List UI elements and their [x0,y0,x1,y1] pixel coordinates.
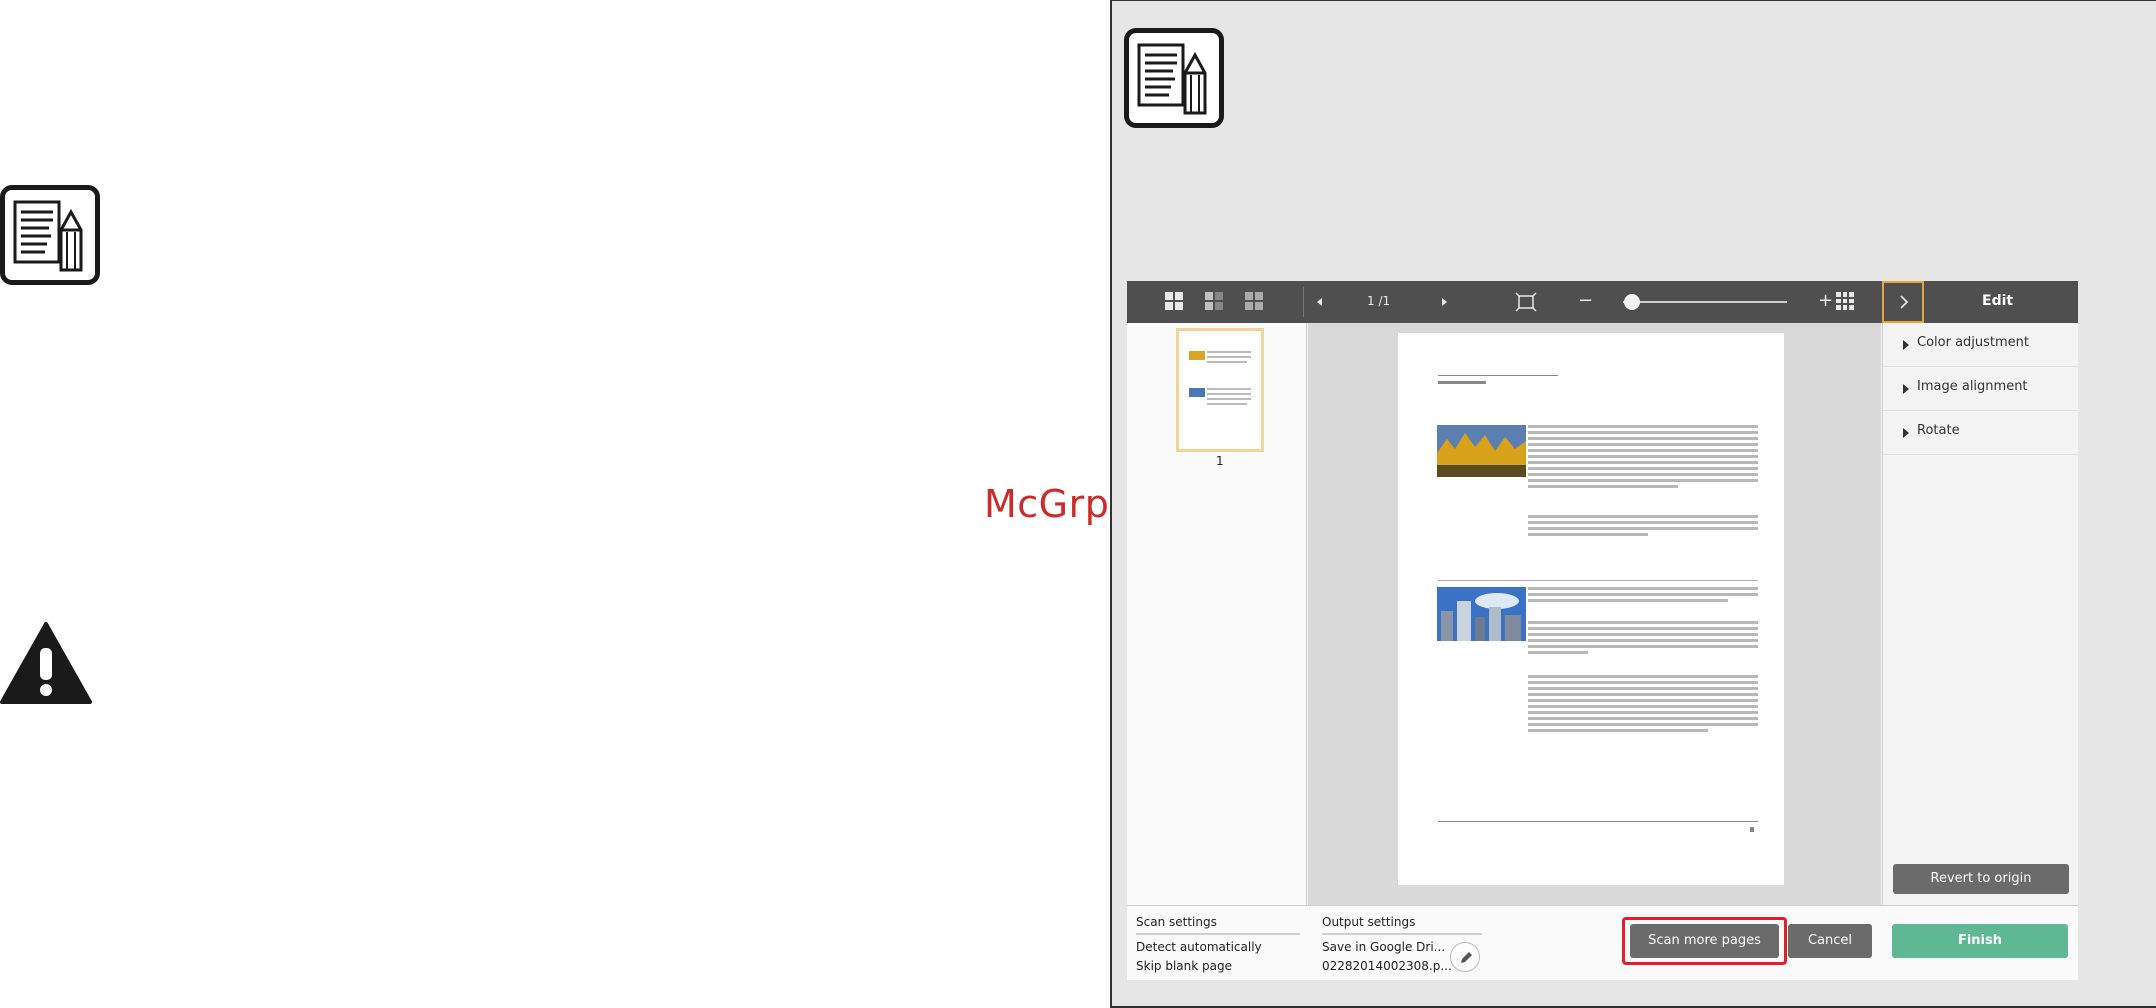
thumbnail-grid-button[interactable] [1836,292,1854,310]
zoom-out-button[interactable]: − [1578,290,1593,311]
expand-triangle-icon [1903,340,1909,350]
thumbnail-pane: 1 [1127,323,1307,905]
edit-pane: Color adjustment Image alignment Rotate … [1882,323,2079,905]
next-page-icon[interactable] [1439,297,1449,307]
thumbnail-page-number: 1 [1216,454,1224,468]
preview-pane [1308,323,1881,905]
note-icon [0,185,100,285]
cancel-button[interactable]: Cancel [1788,924,1872,958]
collapse-edit-button[interactable] [1882,281,1924,323]
prev-page-icon[interactable] [1315,297,1325,307]
edit-title: Edit [1982,293,2014,309]
edit-item-image-alignment[interactable]: Image alignment [1883,367,2079,411]
view-list-button[interactable] [1205,292,1225,312]
document-photo-trees [1437,425,1526,477]
output-setting-filename: 02282014002308.p... [1322,959,1452,973]
view-large-grid-button[interactable] [1165,292,1185,312]
toolbar-separator [1303,287,1304,317]
chevron-right-icon [1900,295,1909,309]
edit-output-settings-button[interactable] [1450,942,1480,972]
list-view-icon [1205,292,1223,310]
expand-triangle-icon [1903,428,1909,438]
edit-item-rotate[interactable]: Rotate [1883,411,2079,455]
document-photo-buildings [1437,587,1526,641]
scanned-document-preview [1398,333,1784,885]
zoom-slider-track[interactable] [1623,301,1787,303]
large-grid-icon [1165,292,1183,310]
output-settings-divider [1322,933,1482,935]
zoom-slider-handle[interactable] [1624,294,1640,310]
revert-to-origin-button[interactable]: Revert to origin [1893,864,2069,894]
small-grid-icon [1245,292,1263,310]
edit-item-label: Color adjustment [1917,335,2030,350]
thumbnail-grid-icon [1836,292,1854,310]
edit-item-label: Rotate [1917,423,1960,438]
zoom-in-button[interactable]: + [1818,290,1833,311]
page-thumbnail[interactable] [1176,328,1264,452]
bottom-bar: Scan settings Detect automatically Skip … [1127,905,2078,980]
pencil-icon [1461,952,1472,963]
output-settings-title: Output settings [1322,915,1416,929]
output-setting-destination: Save in Google Dri... [1322,940,1446,954]
scan-setting-skip-blank: Skip blank page [1136,959,1232,973]
scan-settings-divider [1136,933,1300,935]
edit-item-color-adjustment[interactable]: Color adjustment [1883,323,2079,367]
edit-item-label: Image alignment [1917,379,2028,394]
view-small-grid-button[interactable] [1245,292,1265,312]
expand-triangle-icon [1903,384,1909,394]
note-icon-right [1124,28,1224,128]
page-indicator: 1 /1 [1367,294,1391,308]
scan-settings-title: Scan settings [1136,915,1217,929]
scan-setting-detect: Detect automatically [1136,940,1262,954]
warning-icon [0,620,92,706]
fit-page-icon[interactable] [1515,292,1537,312]
scan-more-pages-button[interactable]: Scan more pages [1630,924,1779,958]
scan-app-window: 1 /1 − + Edit 1 Color adjustment Image a… [1127,281,2079,980]
finish-button[interactable]: Finish [1892,924,2068,958]
